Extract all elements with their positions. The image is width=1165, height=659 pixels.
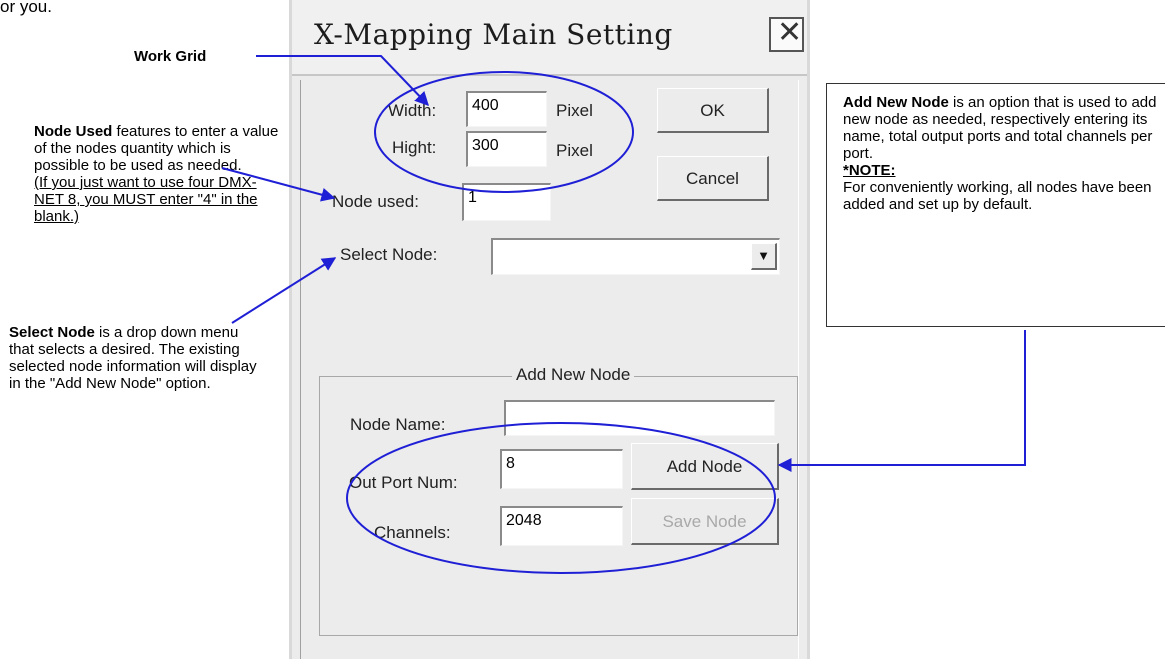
- out-port-label: Out Port Num:: [349, 473, 458, 492]
- note-label: *NOTE:: [843, 162, 896, 179]
- select-node-label: Select Node:: [340, 245, 438, 264]
- cancel-button[interactable]: Cancel: [657, 156, 769, 201]
- width-field[interactable]: 400: [466, 91, 547, 127]
- add-node-arrow: [777, 330, 1026, 472]
- height-unit: Pixel: [556, 141, 593, 160]
- ok-button[interactable]: OK: [657, 88, 769, 133]
- out-port-field[interactable]: 8: [500, 449, 623, 489]
- main-setting-dialog: X-Mapping Main Setting ✕ Width: 400 Pixe…: [289, 0, 810, 659]
- note-text: For conveniently working, all nodes have…: [843, 179, 1152, 213]
- chevron-down-icon[interactable]: ▼: [751, 243, 777, 270]
- select-node-annotation-title: Select Node: [9, 324, 95, 341]
- channels-label: Channels:: [374, 523, 451, 542]
- node-name-field[interactable]: [504, 400, 775, 436]
- save-node-button[interactable]: Save Node: [631, 498, 779, 545]
- close-button[interactable]: ✕: [769, 16, 804, 52]
- node-used-label: Node used:: [332, 192, 419, 211]
- node-name-label: Node Name:: [350, 415, 446, 434]
- node-used-annotation-title: Node Used: [34, 123, 113, 140]
- dialog-title: X-Mapping Main Setting: [314, 18, 673, 51]
- add-node-button[interactable]: Add Node: [631, 443, 779, 490]
- node-used-annotation-note: (If you just want to use four DMX-NET 8,…: [34, 174, 258, 225]
- width-label: Width:: [388, 101, 437, 120]
- title-bar: X-Mapping Main Setting ✕: [292, 0, 807, 76]
- top-text-fragment: or you.: [0, 0, 52, 16]
- add-node-annotation-box: Add New Node is an option that is used t…: [826, 83, 1165, 327]
- height-label: Hight:: [392, 138, 437, 157]
- add-node-annotation-title: Add New Node: [843, 94, 949, 111]
- add-new-node-group-title: Add New Node: [512, 365, 635, 385]
- work-grid-annotation: Work Grid: [134, 48, 207, 65]
- close-icon: ✕: [777, 16, 803, 49]
- width-unit: Pixel: [556, 101, 593, 120]
- node-used-annotation: Node Used features to enter a value of t…: [34, 123, 279, 225]
- select-node-annotation: Select Node is a drop down menu that sel…: [9, 324, 259, 392]
- node-used-field[interactable]: 1: [462, 183, 551, 221]
- channels-field[interactable]: 2048: [500, 506, 623, 546]
- select-node-dropdown[interactable]: ▼: [491, 238, 780, 275]
- height-field[interactable]: 300: [466, 131, 547, 167]
